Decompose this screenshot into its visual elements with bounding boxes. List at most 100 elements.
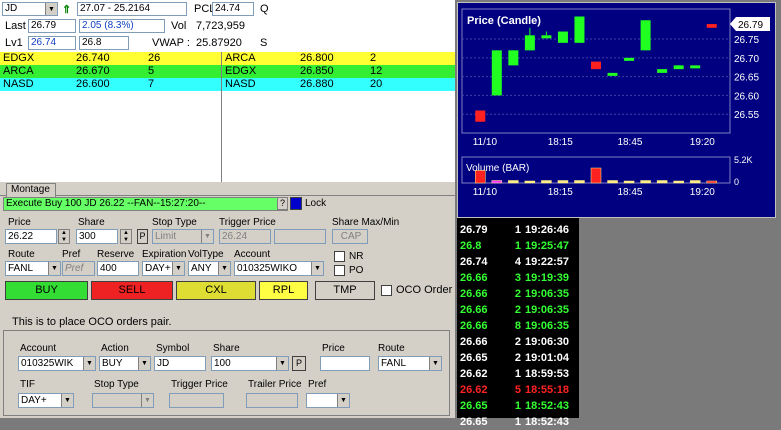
ts-price: 26.66 <box>460 304 488 316</box>
bid-row[interactable]: NASD 26.600 7 <box>0 78 221 91</box>
share-stepper[interactable]: ▲ ▼ <box>120 229 132 244</box>
book-size: 5 <box>148 65 155 77</box>
oco-stop-type-select[interactable]: ▼ <box>92 393 154 408</box>
nr-checkbox[interactable] <box>334 251 345 262</box>
volume-bar <box>508 180 519 184</box>
book-price: 26.670 <box>76 65 110 77</box>
oco-symbol-label: Symbol <box>156 343 190 354</box>
oco-share-select[interactable]: 100 ▼ <box>211 356 289 371</box>
ts-price: 26.8 <box>460 240 482 252</box>
lock-icon[interactable] <box>290 197 302 210</box>
book-size: 20 <box>370 78 383 90</box>
volume-bar <box>607 180 618 184</box>
route-select[interactable]: FANL ▼ <box>5 261 61 276</box>
oco-order-label: OCO Order <box>396 284 453 296</box>
stop-type-select[interactable]: Limit ▼ <box>152 229 214 244</box>
oco-panel: Account Action Symbol Share Price Route … <box>3 330 450 416</box>
time-sales-row: 26.62 5 18:55:18 <box>457 382 579 398</box>
tab-montage[interactable]: Montage <box>6 183 56 197</box>
volume-x-tick-label: 18:45 <box>617 187 642 198</box>
ask-row[interactable]: ARCA 26.800 2 <box>222 52 455 65</box>
account-select[interactable]: 010325WIKO ▼ <box>234 261 324 276</box>
oco-tif-select[interactable]: DAY+ ▼ <box>18 393 74 408</box>
lock-label: Lock <box>305 198 327 209</box>
volume-x-tick-label: 19:20 <box>690 187 715 198</box>
candle <box>591 61 601 70</box>
trigger-extra-input[interactable] <box>274 229 326 244</box>
time-sales-row: 26.79 1 19:26:46 <box>457 222 579 238</box>
bid-row[interactable]: ARCA 26.670 5 <box>0 65 221 78</box>
time-sales-row: 26.65 1 18:52:43 <box>457 414 579 430</box>
symbol-input[interactable]: JD ▼ <box>2 2 58 16</box>
oco-p-button[interactable]: P <box>292 356 306 371</box>
cap-field[interactable]: CAP <box>332 229 368 244</box>
oco-route-select[interactable]: FANL ▼ <box>378 356 442 371</box>
time-sales-row: 26.65 1 18:52:43 <box>457 398 579 414</box>
x-tick-label: 18:45 <box>617 137 642 148</box>
voltype-select[interactable]: ANY ▼ <box>188 261 231 276</box>
expiration-select[interactable]: DAY+ ▼ <box>142 261 185 276</box>
share-p-button[interactable]: P <box>137 229 148 244</box>
share-input[interactable]: 300 <box>76 229 118 244</box>
book-size: 12 <box>370 65 383 77</box>
ts-price: 26.62 <box>460 384 488 396</box>
y-tick-label: 26.65 <box>734 73 759 84</box>
price-input[interactable]: 26.22 <box>5 229 57 244</box>
pref-input[interactable]: Pref <box>62 261 95 276</box>
ts-size: 1 <box>514 240 521 252</box>
price-label: Price <box>8 217 31 228</box>
volume-bar <box>640 180 651 184</box>
replace-button[interactable]: RPL <box>259 281 308 300</box>
ts-size: 2 <box>514 304 521 316</box>
trigger-price-input[interactable]: 26.24 <box>219 229 271 244</box>
ts-price: 26.62 <box>460 368 488 380</box>
oco-share-label: Share <box>213 343 240 354</box>
help-button[interactable]: ? <box>277 197 288 210</box>
chart-window: 26.55 26.60 26.65 26.70 26.75 Price (Candle) 2… <box>457 2 776 218</box>
quote-header: JD ▼ ⇑ 27.07 - 25.2164 PCL 24.74 Q Last 2… <box>0 0 455 52</box>
ask-row[interactable]: EDGX 26.850 12 <box>222 65 455 78</box>
x-tick-label: 19:20 <box>690 137 715 148</box>
pref-label: Pref <box>62 249 81 260</box>
po-checkbox[interactable] <box>334 265 345 276</box>
ts-size: 8 <box>514 320 521 332</box>
x-tick-label: 11/10 <box>473 137 498 148</box>
ts-size: 2 <box>514 336 521 348</box>
volume-tick-label: 5.2K <box>734 155 753 165</box>
oco-symbol-input[interactable]: JD <box>154 356 206 371</box>
oco-pref-select[interactable]: ▼ <box>306 393 350 408</box>
buy-button[interactable]: BUY <box>5 281 88 300</box>
oco-trigger-input[interactable] <box>169 393 224 408</box>
oco-order-checkbox[interactable] <box>381 285 392 296</box>
oco-price-input[interactable] <box>320 356 370 371</box>
ts-size: 3 <box>514 272 521 284</box>
cancel-button[interactable]: CXL <box>176 281 256 300</box>
bid-row[interactable]: EDGX 26.740 26 <box>0 52 221 65</box>
ts-price: 26.65 <box>460 400 488 412</box>
oco-action-select[interactable]: BUY ▼ <box>99 356 151 371</box>
po-label: PO <box>349 265 364 276</box>
reserve-input[interactable]: 400 <box>97 261 139 276</box>
oco-trailer-label: Trailer Price <box>248 379 302 390</box>
share-max-label: Share Max/Min <box>332 217 400 228</box>
last-price-label: 26.79 <box>738 20 763 31</box>
ts-size: 1 <box>514 368 521 380</box>
oco-account-select[interactable]: 010325WIK ▼ <box>18 356 96 371</box>
oco-trailer-input[interactable] <box>246 393 298 408</box>
candle <box>574 16 585 43</box>
price-stepper[interactable]: ▲ ▼ <box>58 229 70 244</box>
last-label: Last <box>5 20 26 32</box>
reserve-label: Reserve <box>97 249 135 260</box>
volume-bar <box>590 167 602 184</box>
ask-row[interactable]: NASD 26.880 20 <box>222 78 455 91</box>
sell-button[interactable]: SELL <box>91 281 173 300</box>
oco-action-label: Action <box>101 343 129 354</box>
price-chart[interactable]: 26.55 26.60 26.65 26.70 26.75 Price (Candle) 2… <box>458 3 775 217</box>
tmp-button[interactable]: TMP <box>315 281 375 300</box>
voltype-label: VolType <box>188 249 224 260</box>
ts-time: 18:52:43 <box>525 400 570 412</box>
time-sales-row: 26.62 1 18:59:53 <box>457 366 579 382</box>
time-sales-row: 26.66 2 19:06:30 <box>457 334 579 350</box>
ts-size: 4 <box>514 256 521 268</box>
oco-pref-label: Pref <box>308 379 327 390</box>
